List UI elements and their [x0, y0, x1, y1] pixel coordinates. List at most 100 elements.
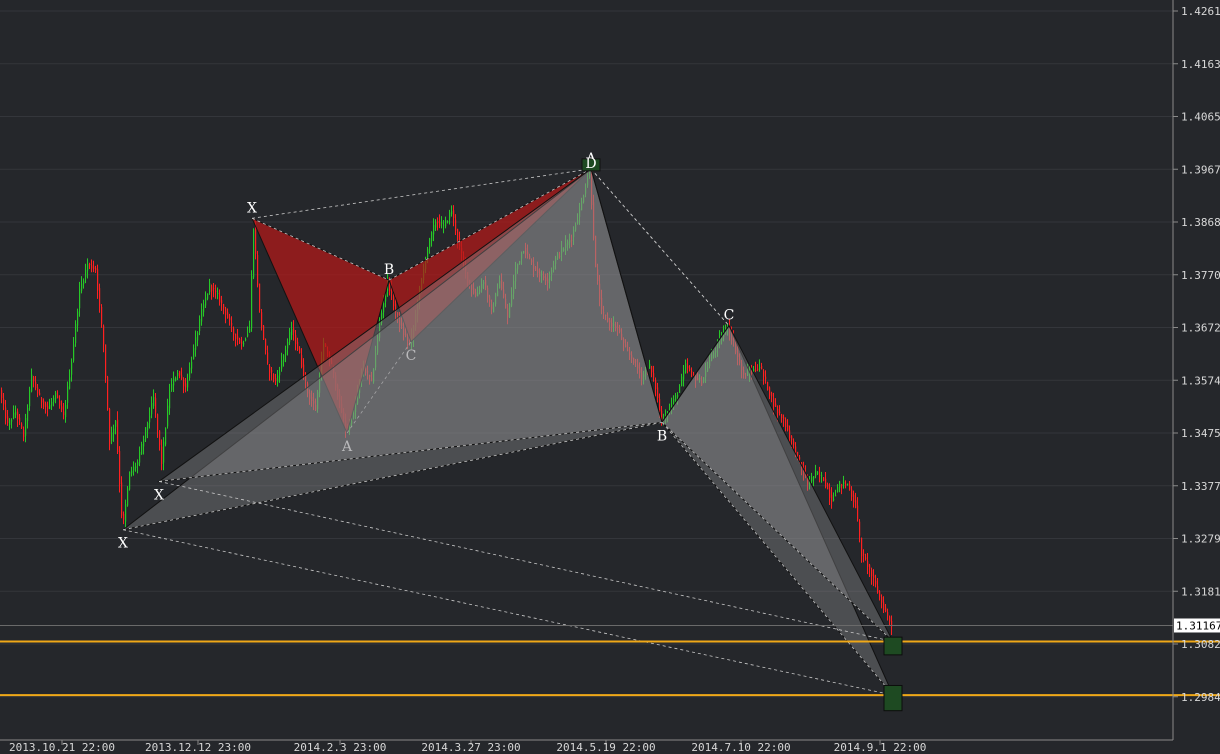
candle-body [763, 371, 765, 377]
candle-body [453, 210, 455, 219]
candle-body [195, 337, 197, 350]
candle-body [167, 405, 169, 427]
candle-body [101, 306, 103, 324]
y-tick-label: 1.4261 [1181, 5, 1220, 18]
candle-body [265, 339, 267, 350]
candle-body [245, 339, 247, 341]
candle-body [3, 398, 5, 405]
candle-body [69, 377, 71, 389]
price-chart[interactable]: XABCXABCXD 1.42611.41631.40651.39671.386… [0, 0, 1220, 754]
candle-body [281, 360, 283, 369]
candle-body [837, 487, 839, 493]
x-tick-label: 2013.10.21 22:00 [9, 741, 115, 754]
candle-body [275, 378, 277, 382]
candle-body [169, 391, 171, 409]
candle-body [677, 395, 679, 397]
candle-body [131, 470, 133, 474]
candle-body [859, 521, 861, 536]
candle-body [301, 355, 303, 367]
candle-body [45, 403, 47, 407]
candle-body [827, 484, 829, 490]
candle-body [251, 276, 253, 329]
candle-body [203, 304, 205, 313]
candle-body [79, 288, 81, 309]
candle-body [769, 387, 771, 396]
y-tick-label: 1.3770 [1181, 269, 1220, 282]
candle-body [269, 365, 271, 373]
candle-body [141, 444, 143, 455]
candle-body [137, 462, 139, 466]
candle-body [127, 488, 129, 506]
candle-body [15, 411, 17, 415]
candle-body [83, 280, 85, 285]
candle-body [211, 285, 213, 292]
candle-body [109, 408, 111, 444]
candle-body [97, 269, 99, 291]
y-tick-label: 1.3181 [1181, 585, 1220, 598]
point-label-b: B [384, 262, 394, 278]
candle-body [255, 226, 257, 254]
candle-body [95, 267, 97, 271]
candle-body [7, 416, 9, 423]
candle-body [861, 537, 863, 557]
y-tick-label: 1.4065 [1181, 111, 1220, 124]
candle-body [9, 419, 11, 426]
candle-body [295, 335, 297, 345]
candle-body [679, 386, 681, 393]
candle-body [851, 489, 853, 497]
candle-body [855, 500, 857, 508]
x-tick-label: 2013.12.12 23:00 [145, 741, 251, 754]
candle-body [687, 365, 689, 369]
y-tick-label: 1.4163 [1181, 58, 1220, 71]
candle-body [765, 376, 767, 380]
candle-body [59, 400, 61, 406]
candle-body [31, 374, 33, 392]
candle-body [649, 363, 651, 369]
candle-body [213, 288, 215, 290]
candle-body [233, 328, 235, 335]
candle-body [217, 293, 219, 295]
target-zone-box[interactable] [883, 684, 903, 712]
candle-body [221, 300, 223, 304]
target-zone-box[interactable] [883, 636, 903, 656]
candle-body [81, 283, 83, 291]
candle-body [87, 264, 89, 271]
candle-body [249, 328, 251, 333]
candle-body [187, 380, 189, 388]
candle-body [215, 290, 217, 292]
candle-body [823, 477, 825, 481]
candle-body [767, 382, 769, 391]
candle-body [655, 380, 657, 390]
candle-body [23, 429, 25, 437]
time-axis[interactable]: 2013.10.21 22:00 2013.12.12 23:00 2014.2.3… [9, 740, 926, 754]
candle-body [753, 368, 755, 372]
candle-body [55, 392, 57, 399]
candle-body [447, 220, 449, 223]
candle-body [43, 400, 45, 407]
candle-body [37, 387, 39, 394]
candle-body [107, 376, 109, 410]
candle-body [297, 341, 299, 350]
candle-body [455, 219, 457, 231]
candle-body [845, 484, 847, 486]
candle-body [865, 557, 867, 559]
candle-body [193, 348, 195, 360]
candle-body [887, 612, 889, 616]
candle-body [293, 328, 295, 333]
candle-body [651, 365, 653, 373]
x-tick-label: 2014.2.3 23:00 [294, 741, 387, 754]
candle-body [123, 514, 125, 520]
candle-body [393, 296, 395, 307]
candle-body [839, 481, 841, 489]
candle-body [429, 238, 431, 248]
candle-body [829, 489, 831, 498]
candle-body [825, 478, 827, 488]
candle-body [799, 457, 801, 460]
candle-body [775, 403, 777, 407]
candle-body [673, 399, 675, 405]
candle-body [143, 439, 145, 447]
candle-body [51, 401, 53, 406]
candle-body [135, 466, 137, 468]
candle-body [199, 318, 201, 332]
candle-body [841, 484, 843, 487]
